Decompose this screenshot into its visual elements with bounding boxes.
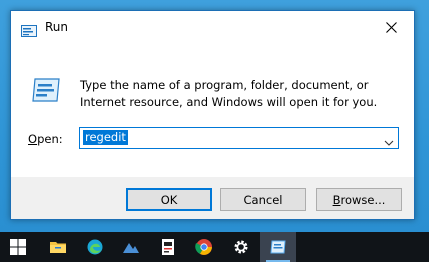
- taskbar-run[interactable]: [260, 232, 296, 262]
- cancel-button[interactable]: Cancel: [220, 188, 306, 211]
- run-dialog: Run Type the name of a program, folder, …: [10, 10, 415, 220]
- browse-label: rowse...: [340, 192, 386, 207]
- dialog-footer: OK Cancel Browse...: [11, 177, 414, 219]
- edge-icon: [87, 239, 103, 255]
- photos-icon: [123, 243, 139, 253]
- open-label-mnemonic: O: [28, 132, 38, 146]
- terminal-icon: [162, 239, 174, 255]
- open-combobox[interactable]: regedit: [79, 127, 399, 149]
- close-icon: [385, 21, 397, 33]
- browse-button[interactable]: Browse...: [316, 188, 402, 211]
- run-app-icon: [31, 77, 61, 103]
- chevron-down-icon[interactable]: [384, 133, 394, 146]
- chrome-icon: [195, 239, 212, 255]
- taskbar: [0, 232, 429, 262]
- taskbar-terminal[interactable]: [150, 232, 186, 262]
- file-explorer-icon: [50, 242, 66, 253]
- start-button[interactable]: [0, 232, 36, 262]
- taskbar-edge[interactable]: [77, 232, 113, 262]
- dialog-title: Run: [45, 20, 69, 34]
- taskbar-settings[interactable]: [223, 232, 259, 262]
- taskbar-chrome[interactable]: [186, 232, 222, 262]
- dialog-content: Type the name of a program, folder, docu…: [11, 43, 414, 177]
- taskbar-photos[interactable]: [113, 232, 149, 262]
- taskbar-file-explorer[interactable]: [40, 232, 76, 262]
- run-icon: [21, 22, 37, 37]
- settings-icon: [234, 240, 248, 254]
- close-button[interactable]: [368, 11, 414, 43]
- browse-mnemonic: B: [332, 192, 341, 207]
- open-input-value[interactable]: regedit: [83, 130, 128, 145]
- open-label: Open:: [28, 132, 63, 146]
- run-icon: [270, 240, 286, 254]
- dialog-description: Type the name of a program, folder, docu…: [80, 78, 378, 109]
- windows-start-icon: [10, 239, 26, 255]
- open-label-text: pen:: [37, 132, 63, 146]
- title-bar[interactable]: Run: [11, 11, 414, 43]
- ok-button[interactable]: OK: [126, 188, 212, 211]
